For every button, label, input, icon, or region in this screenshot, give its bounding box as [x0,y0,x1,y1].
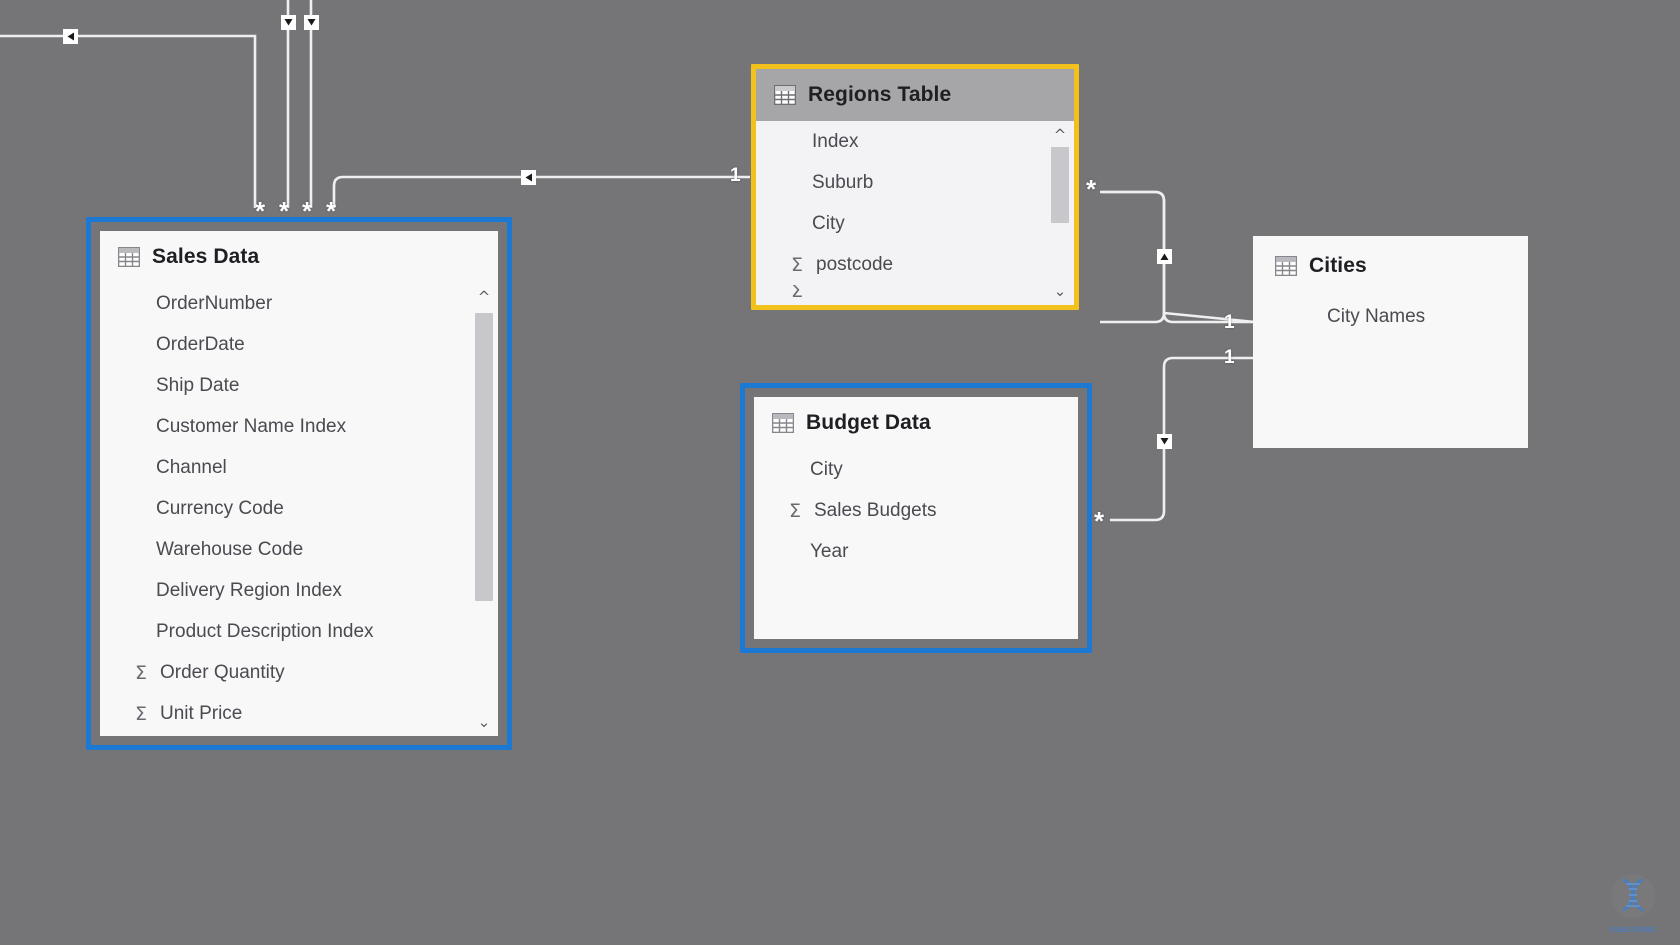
field-label: Channel [156,456,227,478]
table-header[interactable]: Regions Table [756,69,1074,121]
field-label: City [810,458,843,480]
table-body[interactable]: Budget Data City Σ Sales Budgets Year [754,397,1078,639]
field-label: Warehouse Code [156,538,304,560]
field-label: Currency Code [156,497,284,519]
field-row[interactable]: City [756,203,1074,244]
field-list-scrollbar[interactable]: ^ ⌄ [470,283,498,736]
sigma-icon: Σ [134,661,147,684]
field-row-partial[interactable]: Σ [756,285,1074,297]
relationship-line-budget-cities [1110,356,1255,522]
field-list[interactable]: Index Suburb City Σpostcode Σ [756,121,1074,305]
direction-arrow-up-1 [1157,249,1172,264]
table-icon [771,412,795,434]
table-card-budget-data[interactable]: Budget Data City Σ Sales Budgets Year [740,383,1092,653]
field-list-scrollbar[interactable]: ^ ⌄ [1046,121,1074,305]
field-label: Product Description Index [156,620,374,642]
field-row[interactable]: Currency Code [100,488,498,529]
field-row[interactable]: OrderDate [100,324,498,365]
table-body[interactable]: Cities City Names [1253,236,1528,448]
table-title: Budget Data [806,411,931,434]
field-list[interactable]: OrderNumber OrderDate Ship Date Customer… [100,283,498,736]
field-label: OrderDate [156,333,245,355]
relationship-line-regions-cities-path [1100,190,1256,324]
field-label: Suburb [812,171,874,193]
cardinality-label-one: 1 [730,165,741,186]
field-row[interactable]: City Names [1253,296,1528,337]
table-card-sales-data[interactable]: Sales Data OrderNumber OrderDate Ship Da… [86,217,512,750]
field-label: Unit Price [160,702,243,724]
direction-arrow-down-2 [304,15,319,30]
chevron-up-icon[interactable]: ^ [1046,123,1074,147]
direction-arrow-left-1 [63,29,78,44]
field-row[interactable]: Σpostcode [756,244,1074,285]
watermark-label: SUBSCRIBE [1609,927,1657,934]
sigma-icon: Σ [790,285,803,297]
direction-arrow-left-2 [521,170,536,185]
cardinality-label-many: * [1094,506,1105,536]
table-body[interactable]: Regions Table Index Suburb City Σpostcod… [756,69,1074,305]
field-row[interactable]: Σ Unit Price [100,693,498,734]
field-label: Customer Name Index [156,415,347,437]
cardinality-label-one: 1 [1224,312,1235,333]
field-row[interactable]: Channel [100,447,498,488]
field-row[interactable]: City [754,449,1078,490]
relationship-line-regions-sales [332,175,750,208]
field-row[interactable]: Suburb [756,162,1074,203]
relationship-line-regions-cities [1102,190,1255,324]
field-row[interactable]: Year [754,531,1078,572]
field-row[interactable]: Index [756,121,1074,162]
field-label: Year [810,540,849,562]
table-icon [1274,255,1298,277]
table-card-regions-table[interactable]: Regions Table Index Suburb City Σpostcod… [751,64,1079,310]
direction-arrow-down-3 [1157,434,1172,449]
cardinality-label-one: 1 [1224,347,1235,368]
field-row[interactable]: Ship Date [100,365,498,406]
table-body[interactable]: Sales Data OrderNumber OrderDate Ship Da… [100,231,498,736]
field-row[interactable]: OrderNumber [100,283,498,324]
table-title: Regions Table [808,83,952,106]
field-row[interactable]: Customer Name Index [100,406,498,447]
field-label: postcode [816,253,894,275]
field-label: OrderNumber [156,292,273,314]
field-row[interactable]: Σ Sales Budgets [754,490,1078,531]
watermark: SUBSCRIBE [1598,872,1668,934]
field-label: Index [812,130,859,152]
field-label: Order Quantity [160,661,285,683]
table-icon [117,246,141,268]
field-row[interactable]: Delivery Region Index [100,570,498,611]
cardinality-label-many: * [1086,174,1097,204]
table-title: Cities [1309,254,1367,277]
field-row[interactable]: Σ Order Quantity [100,652,498,693]
table-header[interactable]: Cities [1253,236,1528,296]
field-label: Ship Date [156,374,240,396]
field-label: City [812,212,845,234]
field-label: City Names [1327,305,1426,327]
table-card-cities[interactable]: Cities City Names [1253,236,1528,448]
field-label: Delivery Region Index [156,579,342,601]
table-icon [773,84,797,106]
model-view-canvas[interactable]: * * * * 1 * 1 1 * Sales Data OrderNumber… [0,0,1680,945]
chevron-down-icon[interactable]: ⌄ [470,710,498,734]
field-row[interactable]: Warehouse Code [100,529,498,570]
table-header[interactable]: Sales Data [100,231,498,283]
field-label: Sales Budgets [814,499,937,521]
direction-arrow-down-1 [281,15,296,30]
table-header[interactable]: Budget Data [754,397,1078,449]
scrollbar-thumb[interactable] [475,313,493,601]
scrollbar-thumb[interactable] [1051,147,1069,223]
chevron-up-icon[interactable]: ^ [470,285,498,309]
relationship-line-1 [0,34,257,208]
sigma-icon: Σ [134,702,147,725]
field-row[interactable]: Product Description Index [100,611,498,652]
sigma-icon: Σ [788,499,801,522]
table-title: Sales Data [152,245,260,268]
field-list[interactable]: City Names [1253,296,1528,448]
field-list[interactable]: City Σ Sales Budgets Year [754,449,1078,639]
sigma-icon: Σ [790,253,803,276]
chevron-down-icon[interactable]: ⌄ [1046,279,1074,303]
dna-helix-icon [1611,874,1655,918]
